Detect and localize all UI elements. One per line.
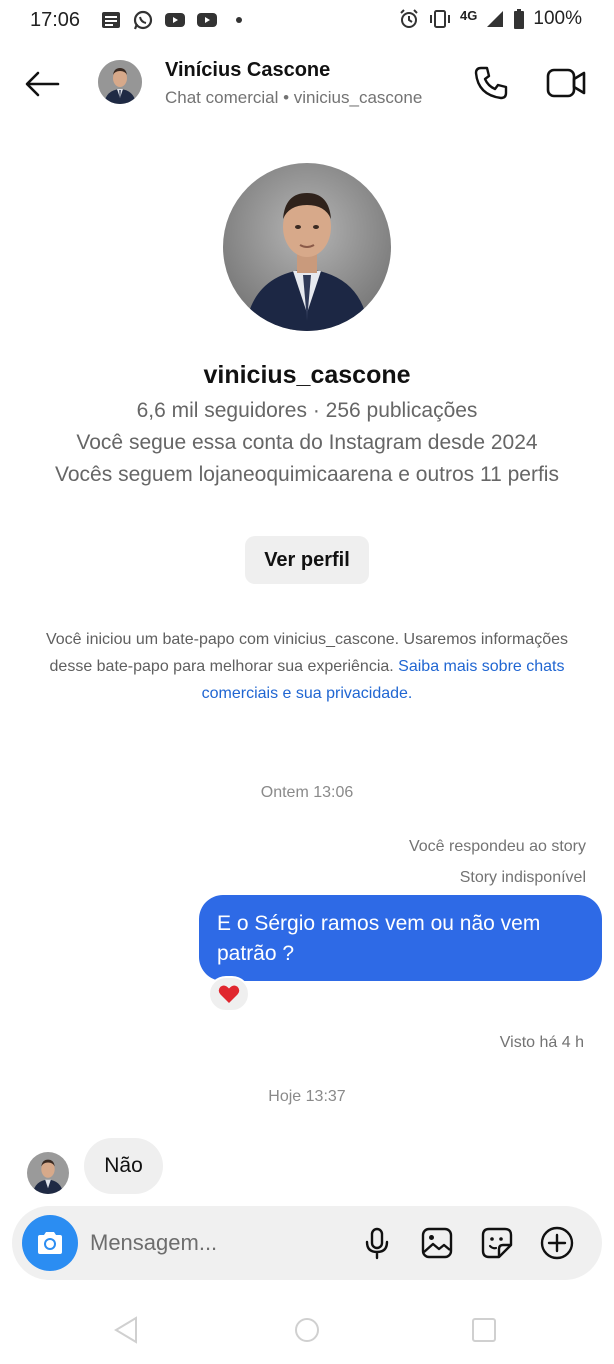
- view-profile-button[interactable]: Ver perfil: [245, 536, 369, 584]
- nav-back-icon[interactable]: [110, 1314, 142, 1346]
- sender-avatar[interactable]: [27, 1152, 69, 1194]
- chat-header: Vinícius Cascone Chat comercial • vinici…: [0, 40, 614, 124]
- story-reply-note: Você respondeu ao story: [408, 838, 586, 855]
- signal-icon: [487, 11, 504, 27]
- battery-level: 100%: [533, 8, 582, 29]
- profile-avatar[interactable]: [223, 163, 391, 331]
- gallery-icon[interactable]: [419, 1225, 455, 1261]
- heart-icon: [218, 985, 240, 1003]
- story-unavailable[interactable]: Story indisponível: [460, 869, 586, 887]
- dot-icon: [236, 17, 242, 23]
- status-bar: 17:06 4G 100%: [0, 0, 614, 40]
- message-input[interactable]: [90, 1226, 340, 1260]
- whatsapp-icon: [133, 10, 153, 30]
- mutual-followers: Vocês seguem lojaneoquimicaarena e outro…: [55, 463, 559, 486]
- business-chat-disclaimer: Você iniciou um bate-papo com vinicius_c…: [36, 626, 578, 707]
- contact-subtitle: Chat comercial • vinicius_cascone: [165, 88, 423, 107]
- heart-reaction[interactable]: [208, 976, 250, 1012]
- nav-recents-icon[interactable]: [468, 1314, 500, 1346]
- alarm-icon: [400, 9, 418, 28]
- video-camera-icon[interactable]: [545, 64, 587, 102]
- timestamp-yesterday: Ontem 13:06: [260, 784, 354, 801]
- system-navigation-bar: [0, 1300, 614, 1364]
- battery-icon: [514, 9, 525, 29]
- vibrate-icon: [430, 10, 451, 28]
- incoming-message[interactable]: Não: [84, 1138, 163, 1194]
- sticker-icon[interactable]: [479, 1225, 515, 1261]
- notification-icons: [100, 9, 250, 31]
- avatar[interactable]: [98, 60, 142, 104]
- camera-button[interactable]: [22, 1215, 78, 1271]
- microphone-icon[interactable]: [359, 1225, 395, 1261]
- system-icons: 4G 100%: [398, 8, 582, 30]
- youtube-icon: [165, 13, 185, 27]
- plus-circle-icon[interactable]: [539, 1225, 575, 1261]
- nav-home-icon[interactable]: [291, 1314, 323, 1346]
- network-type: 4G: [460, 7, 478, 23]
- timestamp-today: Hoje 13:37: [268, 1088, 346, 1105]
- outgoing-message[interactable]: E o Sérgio ramos vem ou não vem patrão ?: [199, 895, 602, 981]
- contact-name[interactable]: Vinícius Cascone: [165, 59, 330, 82]
- following-since: Você segue essa conta do Instagram desde…: [76, 431, 538, 454]
- message-composer: [12, 1206, 602, 1280]
- profile-stats: 6,6 mil seguidores · 256 publicações: [136, 399, 478, 422]
- profile-username: vinicius_cascone: [203, 361, 411, 389]
- phone-icon[interactable]: [472, 64, 510, 102]
- camera-icon: [38, 1232, 62, 1254]
- seen-status: Visto há 4 h: [499, 1034, 584, 1051]
- status-time: 17:06: [30, 9, 81, 31]
- back-arrow-icon[interactable]: [22, 64, 62, 104]
- youtube-icon: [197, 13, 217, 27]
- news-icon: [102, 12, 120, 28]
